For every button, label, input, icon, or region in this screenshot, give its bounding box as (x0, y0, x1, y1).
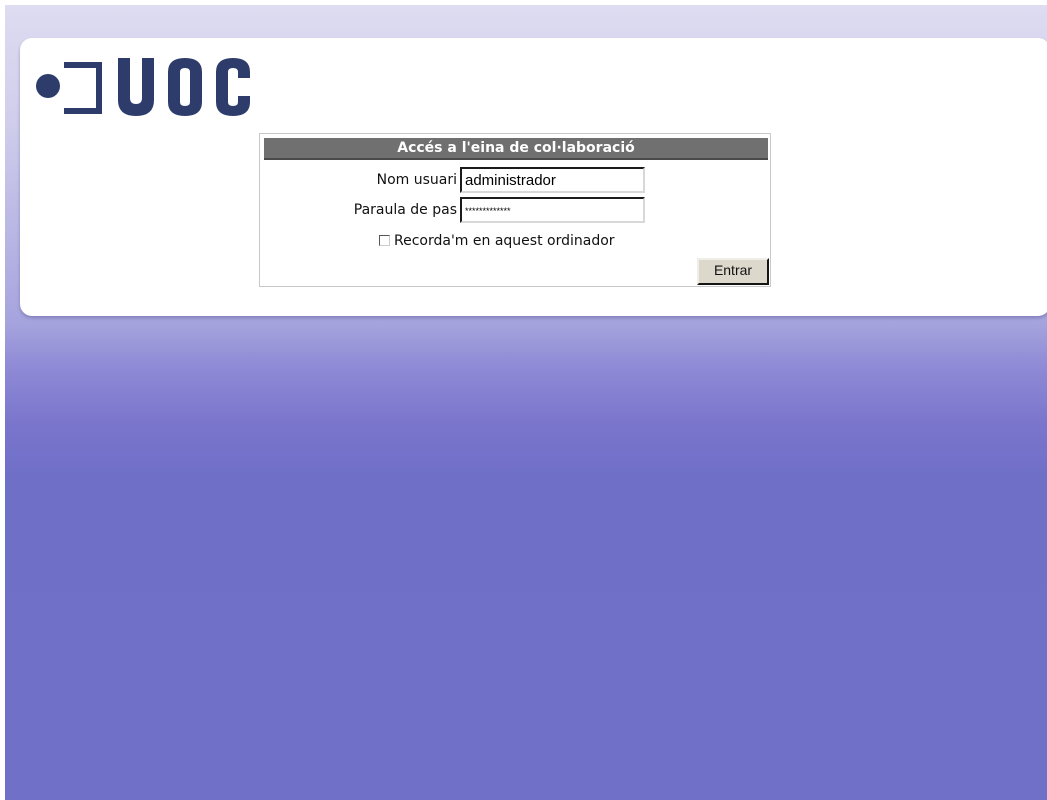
username-label: Nom usuari (376, 172, 457, 188)
login-form: Accés a l'eina de col·laboració Nom usua… (259, 133, 771, 287)
remember-me-label[interactable]: Recorda'm en aquest ordinador (394, 233, 615, 249)
uoc-logo (36, 58, 276, 116)
login-title: Accés a l'eina de col·laboració (264, 138, 768, 160)
login-submit-button[interactable]: Entrar (697, 258, 769, 285)
uoc-logo-icon (36, 58, 250, 116)
password-input[interactable] (460, 197, 645, 223)
remember-me-row[interactable]: Recorda'm en aquest ordinador (379, 232, 615, 250)
remember-me-checkbox[interactable] (379, 234, 390, 246)
password-label: Paraula de pas (353, 202, 457, 218)
username-input[interactable] (460, 167, 645, 193)
